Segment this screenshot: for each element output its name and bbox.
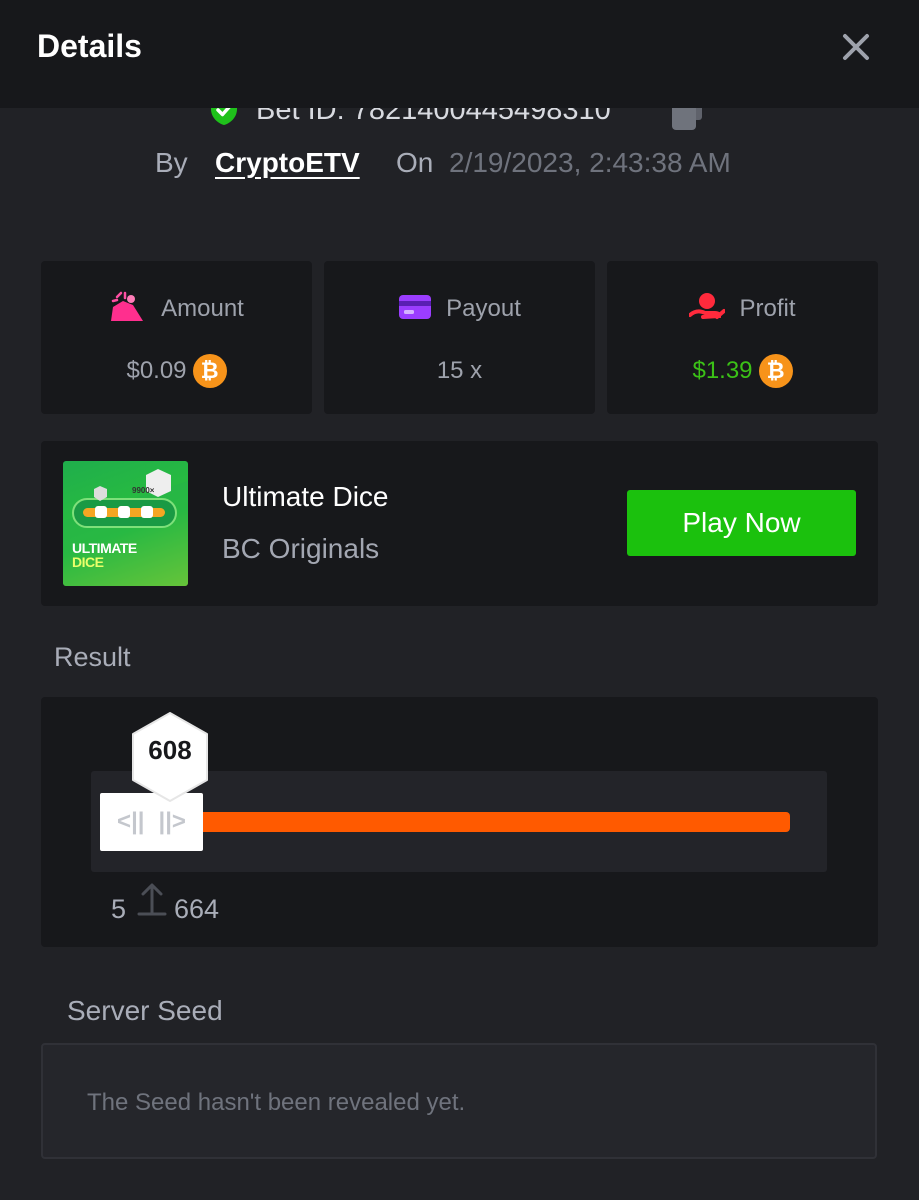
profit-value: $1.39 bbox=[692, 357, 753, 384]
game-card: 9900× ULTIMATE DICE Ultimate Dice BC Ori… bbox=[41, 441, 878, 606]
bet-meta-row: By CryptoETV On 2/19/2023, 2:43:38 AM bbox=[0, 144, 919, 184]
thumb-title: ULTIMATE DICE bbox=[72, 540, 137, 570]
bet-amount-icon bbox=[109, 291, 147, 328]
amount-value: $0.09 bbox=[126, 357, 187, 384]
result-value: 608 bbox=[148, 735, 192, 765]
game-provider: BC Originals bbox=[222, 533, 380, 564]
page-title: Details bbox=[37, 28, 142, 64]
wallet-card-icon bbox=[398, 293, 432, 326]
play-now-button[interactable]: Play Now bbox=[627, 490, 856, 556]
amount-label: Amount bbox=[161, 295, 244, 322]
payout-value: 15 x bbox=[436, 357, 483, 384]
user-link[interactable]: CryptoETV bbox=[215, 147, 360, 179]
result-card: <|| ||> 608 5 664 bbox=[41, 697, 878, 947]
details-header: Details bbox=[0, 0, 919, 108]
server-seed-box: The Seed hasn't been revealed yet. bbox=[41, 1043, 877, 1159]
result-range-bar bbox=[161, 812, 790, 832]
amount-card: Amount $0.09 ₿ bbox=[41, 261, 312, 414]
thumb-badge: 9900× bbox=[132, 486, 155, 495]
payout-card: Payout 15 x bbox=[324, 261, 595, 414]
server-seed-message: The Seed hasn't been revealed yet. bbox=[87, 1089, 466, 1116]
server-seed-label: Server Seed bbox=[67, 995, 223, 1026]
result-label: Result bbox=[54, 642, 131, 672]
bitcoin-icon: ₿ bbox=[758, 354, 793, 388]
profit-label: Profit bbox=[739, 295, 796, 322]
payout-label: Payout bbox=[446, 295, 521, 322]
game-thumbnail[interactable]: 9900× ULTIMATE DICE bbox=[63, 461, 188, 586]
close-icon[interactable] bbox=[836, 27, 876, 67]
profit-hand-icon bbox=[688, 291, 727, 328]
on-label: On bbox=[396, 147, 434, 178]
range-max: 664 bbox=[174, 894, 220, 924]
arrow-up-icon bbox=[137, 882, 167, 921]
bitcoin-icon: ₿ bbox=[192, 354, 227, 388]
profit-card: Profit $1.39 ₿ bbox=[607, 261, 878, 414]
range-min: 5 bbox=[111, 894, 127, 924]
bet-date: 2/19/2023, 2:43:38 AM bbox=[449, 147, 731, 178]
game-name[interactable]: Ultimate Dice bbox=[222, 481, 388, 513]
by-label: By bbox=[155, 147, 188, 178]
chevron-left-icon: <|| bbox=[117, 808, 145, 835]
chevron-right-icon: ||> bbox=[158, 808, 186, 835]
